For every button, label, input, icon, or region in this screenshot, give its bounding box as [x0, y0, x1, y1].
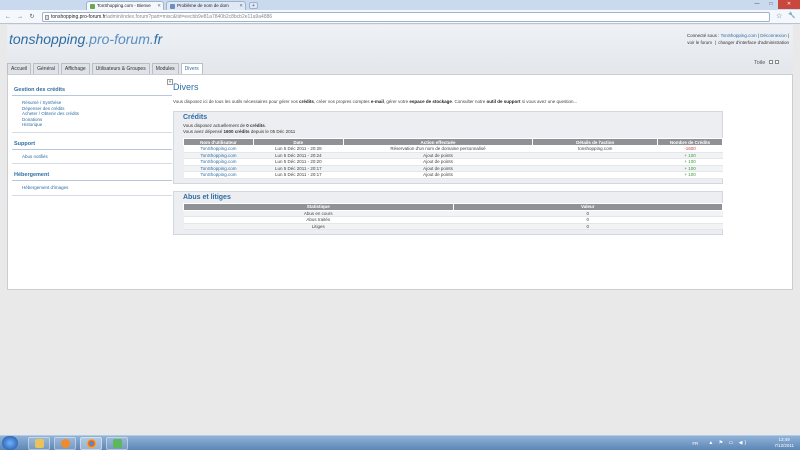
tab-utilisateurs-groupes[interactable]: Utilisateurs & Groupes [91, 63, 150, 74]
toile-small-icon[interactable] [768, 60, 773, 64]
tab-accueil[interactable]: Accueil [7, 63, 32, 74]
toile-large-icon[interactable] [774, 60, 779, 64]
view-forum-link[interactable]: voir le forum [687, 40, 712, 45]
window-controls: — □ ✕ [750, 0, 800, 9]
credits-info: Vous disposez actuellement de 0 crédits.… [183, 123, 296, 134]
page: tonshopping.pro-forum.fr Connecté sous :… [0, 25, 800, 435]
browser-toolbar: ← → ↻ tonshopping.pro-forum.fr/admin/ind… [0, 10, 800, 24]
table-row: Litiges 0 [183, 223, 723, 230]
abuse-table: Statistique Valeur Abus en cours 0 Abus … [183, 202, 723, 231]
address-bar[interactable]: tonshopping.pro-forum.fr/admin/index.for… [42, 12, 770, 22]
action-cell: Ajout de points [343, 171, 533, 179]
abuse-panel: Abus et litiges Statistique Valeur Abus … [173, 190, 723, 235]
table-row: TonShopping.com Lun 5 Déc 2011 - 20:17 A… [183, 171, 723, 179]
wrench-menu-icon[interactable]: 🔧 [788, 13, 795, 20]
sidebar-section-support: Support Abus notifiés [12, 140, 172, 164]
tab-modules[interactable]: Modules [151, 63, 179, 74]
user-link[interactable]: TonShopping.com [183, 171, 254, 179]
column-header: Détails de l'action [532, 138, 659, 146]
tray-icons[interactable]: ▲ ⚑ ▭ ◀) [708, 440, 748, 446]
column-header: Nombre de Crédits [657, 138, 723, 146]
tab-affichage[interactable]: Affichage [60, 63, 90, 74]
browser-tab-probleme[interactable]: Problème de nom de dom ✕ [166, 1, 246, 10]
maximize-icon[interactable]: □ [764, 0, 778, 9]
stat-cell: Litiges [183, 223, 453, 230]
url-host: tonshopping.pro-forum.fr [51, 14, 106, 20]
browser-tab-strip: TonShopping.com - Bienve ✕ Problème de n… [0, 0, 800, 10]
chrome-icon [86, 439, 96, 448]
logo-main: tonshopping [9, 31, 86, 47]
column-header: Date [252, 138, 344, 146]
date-cell: Lun 5 Déc 2011 - 20:17 [253, 171, 344, 179]
page-title: Divers [173, 82, 199, 92]
site-favicon-icon [90, 4, 95, 9]
folder-icon [34, 439, 44, 448]
credits-cell: + 100 [657, 171, 723, 179]
credits-panel: Crédits Vous disposez actuellement de 0 … [173, 111, 723, 184]
close-tab-icon[interactable]: ✕ [239, 3, 243, 9]
minimize-icon[interactable]: — [750, 0, 764, 9]
column-header: Nom d'utilisateur [183, 138, 254, 146]
browser-tab-title: Problème de nom de dom [177, 3, 229, 8]
system-tray: FR ▲ ⚑ ▭ ◀) 13:49 7/12/2011 [692, 437, 794, 450]
change-interface-link[interactable]: changer d'interface d'administration [718, 40, 789, 45]
explorer-taskbar-button[interactable] [28, 437, 50, 450]
user-box: Connecté sous : TonShopping.com | Déconn… [686, 33, 789, 45]
user-link[interactable]: TonShopping.com [721, 33, 757, 38]
media-player-icon [60, 439, 70, 448]
column-header: Statistique [183, 202, 454, 211]
credits-table: Nom d'utilisateur Date Action effectuée … [183, 138, 723, 179]
page-icon [45, 15, 49, 20]
clock-date: 7/12/2011 [774, 442, 794, 448]
sidebar-section-title: Gestion des crédits [12, 86, 172, 96]
clock[interactable]: 13:49 7/12/2011 [774, 437, 794, 448]
app-icon [112, 439, 122, 448]
toile-control: Toile [754, 60, 779, 66]
taskbar: FR ▲ ⚑ ▭ ◀) 13:49 7/12/2011 [0, 435, 800, 450]
column-header: Valeur [452, 202, 723, 211]
language-indicator[interactable]: FR [692, 441, 698, 446]
reload-icon[interactable]: ↻ [28, 13, 36, 21]
credits-title: Crédits [183, 114, 208, 121]
app-taskbar-button[interactable] [106, 437, 128, 450]
sidebar-section-hebergement: Hébergement Hébergement d'images [12, 171, 172, 196]
main-content: Divers Vous disposez ici de tous les out… [173, 79, 729, 235]
admin-nav-tabs: Accueil Général Affichage Utilisateurs &… [7, 63, 205, 75]
admin-content: « Gestion des crédits Résumé / Synthèse … [7, 74, 793, 290]
sidebar-item-historique[interactable]: Historique [22, 122, 162, 128]
sidebar: « Gestion des crédits Résumé / Synthèse … [12, 79, 173, 196]
bookmark-star-icon[interactable]: ☆ [776, 13, 782, 20]
toile-label: Toile [754, 60, 766, 66]
url-path: /admin/index.forum?part=misc&tid=eecbb9e… [105, 14, 273, 20]
intro-text: Vous disposez ici de tous les outils néc… [173, 99, 578, 104]
close-window-icon[interactable]: ✕ [778, 0, 800, 9]
new-tab-button[interactable]: + [249, 2, 258, 9]
sidebar-item-abus[interactable]: Abus notifiés [22, 154, 162, 160]
forward-icon[interactable]: → [16, 13, 24, 21]
logout-link[interactable]: Déconnexion [760, 33, 786, 38]
column-header: Action effectuée [342, 138, 534, 146]
value-cell: 0 [453, 223, 723, 230]
site-favicon-icon [170, 4, 175, 9]
browser-tab-tonshopping[interactable]: TonShopping.com - Bienve ✕ [86, 1, 164, 10]
browser-tab-title: TonShopping.com - Bienve [97, 3, 151, 8]
sidebar-section-credits: Gestion des crédits Résumé / Synthèse Dé… [12, 86, 172, 133]
media-player-taskbar-button[interactable] [54, 437, 76, 450]
back-icon[interactable]: ← [4, 13, 12, 21]
logo-sub: .pro-forum. [85, 31, 154, 47]
close-tab-icon[interactable]: ✕ [157, 3, 161, 9]
sidebar-item-hebergement-images[interactable]: Hébergement d'images [22, 185, 162, 191]
sidebar-section-title: Hébergement [12, 171, 172, 181]
sidebar-section-title: Support [12, 140, 172, 150]
details-cell [532, 171, 658, 179]
chrome-taskbar-button[interactable] [80, 437, 102, 450]
logo-tld: fr [153, 31, 163, 47]
start-button[interactable] [2, 436, 18, 450]
support-link[interactable]: outil de support [486, 99, 520, 104]
site-logo[interactable]: tonshopping.pro-forum.fr [9, 31, 162, 47]
tab-general[interactable]: Général [33, 63, 59, 74]
abuse-title: Abus et litiges [183, 193, 231, 201]
connected-label: Connecté sous : [686, 33, 720, 38]
